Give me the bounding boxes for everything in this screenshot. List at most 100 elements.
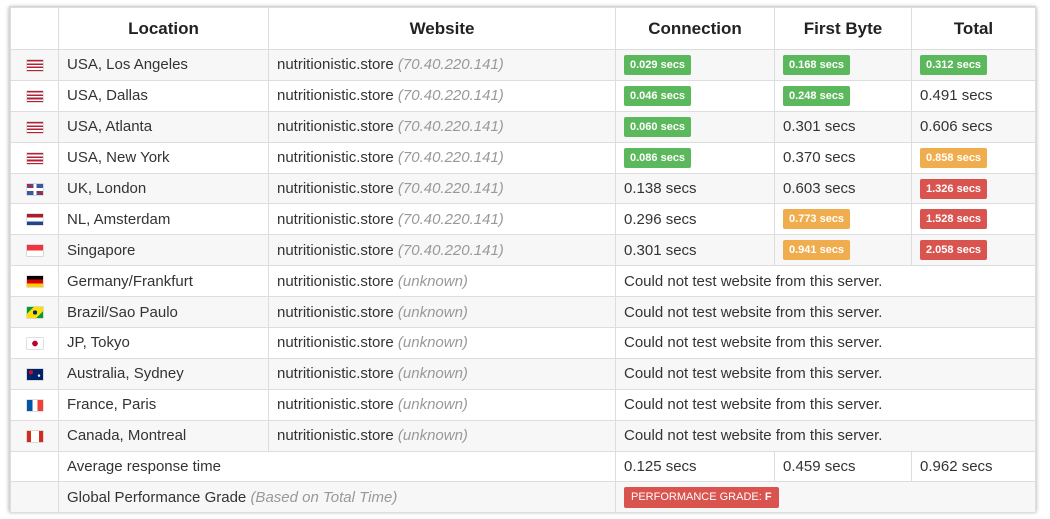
location-cell: France, Paris bbox=[58, 388, 269, 421]
total-cell: 0.312 secs bbox=[911, 49, 1036, 81]
connection-column-header: Connection bbox=[615, 7, 775, 50]
flag-cell bbox=[10, 234, 59, 267]
website-ip: (70.40.220.141) bbox=[397, 87, 504, 105]
website-cell: nutritionistic.store (unknown) bbox=[268, 265, 616, 298]
error-message-cell: Could not test website from this server. bbox=[615, 265, 1036, 298]
first-byte-cell-badge: 0.168 secs bbox=[783, 54, 851, 75]
connection-cell: 0.296 secs bbox=[615, 203, 775, 236]
table-row: Germany/Frankfurt nutritionistic.store (u… bbox=[10, 265, 1036, 298]
uk-flag-icon bbox=[26, 183, 43, 195]
us-flag-icon bbox=[26, 152, 43, 164]
website-cell: nutritionistic.store (70.40.220.141) bbox=[268, 49, 616, 81]
average-total: 0.962 secs bbox=[911, 450, 1036, 483]
flag-cell bbox=[10, 450, 59, 483]
connection-cell-badge: 0.046 secs bbox=[624, 85, 692, 106]
flag-column-header bbox=[10, 7, 59, 50]
website-host: nutritionistic.store bbox=[277, 272, 394, 290]
website-ip: (70.40.220.141) bbox=[397, 118, 504, 136]
location-cell: USA, New York bbox=[58, 141, 269, 174]
total-cell-badge: 0.858 secs bbox=[920, 147, 988, 168]
average-connection: 0.125 secs bbox=[615, 450, 775, 483]
website-cell: nutritionistic.store (unknown) bbox=[268, 419, 616, 452]
total-cell-value: 0.491 secs bbox=[920, 87, 993, 105]
first-byte-cell: 0.168 secs bbox=[774, 49, 912, 81]
connection-cell: 0.301 secs bbox=[615, 234, 775, 267]
flag-cell bbox=[10, 49, 59, 81]
total-cell: 2.058 secs bbox=[911, 234, 1036, 267]
connection-cell: 0.029 secs bbox=[615, 49, 775, 81]
website-ip: (unknown) bbox=[397, 365, 468, 383]
connection-cell-value: 0.138 secs bbox=[624, 180, 697, 197]
website-ip: (unknown) bbox=[397, 303, 468, 321]
ca-flag-icon bbox=[26, 430, 43, 442]
au-flag-icon bbox=[26, 368, 43, 380]
table-row: UK, London nutritionistic.store (70.40.22… bbox=[10, 172, 1036, 205]
website-cell: nutritionistic.store (70.40.220.141) bbox=[268, 110, 616, 143]
grade-label: Global Performance Grade bbox=[67, 488, 247, 506]
connection-cell: 0.060 secs bbox=[615, 110, 775, 143]
total-cell: 1.528 secs bbox=[911, 203, 1036, 236]
connection-cell: 0.046 secs bbox=[615, 79, 775, 112]
location-cell: USA, Atlanta bbox=[58, 110, 269, 143]
first-byte-cell-badge: 0.773 secs bbox=[783, 209, 851, 230]
jp-flag-icon bbox=[26, 337, 43, 349]
website-host: nutritionistic.store bbox=[277, 87, 394, 105]
location-column-header: Location bbox=[58, 7, 269, 50]
flag-cell bbox=[10, 79, 59, 112]
website-host: nutritionistic.store bbox=[277, 241, 394, 259]
average-row: Average response time 0.125 secs 0.459 sec… bbox=[10, 450, 1036, 483]
location-cell: Singapore bbox=[58, 234, 269, 267]
total-cell: 0.491 secs bbox=[911, 79, 1036, 112]
website-ip: (unknown) bbox=[397, 427, 468, 445]
first-byte-cell: 0.370 secs bbox=[774, 141, 912, 174]
flag-cell bbox=[10, 203, 59, 236]
error-message-cell: Could not test website from this server. bbox=[615, 357, 1036, 390]
first-byte-cell: 0.248 secs bbox=[774, 79, 912, 112]
connection-cell: 0.138 secs bbox=[615, 172, 775, 205]
table-row: Brazil/Sao Paulo nutritionistic.store (un… bbox=[10, 296, 1036, 329]
total-cell-badge: 0.312 secs bbox=[920, 54, 988, 75]
first-byte-column-header: First Byte bbox=[774, 7, 912, 50]
table-header-row: Location Website Connection First Byte T… bbox=[10, 7, 1036, 50]
table-row: USA, Dallas nutritionistic.store (70.40.2… bbox=[10, 79, 1036, 112]
total-cell: 1.326 secs bbox=[911, 172, 1036, 205]
connection-cell-badge: 0.060 secs bbox=[624, 116, 692, 137]
performance-grade-badge: PERFORMANCE GRADE: F bbox=[624, 486, 779, 508]
website-ip: (unknown) bbox=[397, 334, 468, 352]
first-byte-cell-badge: 0.941 secs bbox=[783, 240, 851, 261]
first-byte-cell-value: 0.370 secs bbox=[783, 149, 856, 167]
website-column-header: Website bbox=[268, 7, 616, 50]
connection-cell-value: 0.296 secs bbox=[624, 210, 697, 228]
total-cell-value: 0.606 secs bbox=[920, 118, 993, 136]
table-row: Canada, Montreal nutritionistic.store (un… bbox=[10, 419, 1036, 452]
fr-flag-icon bbox=[26, 399, 43, 411]
location-cell: Germany/Frankfurt bbox=[58, 265, 269, 298]
website-ip: (70.40.220.141) bbox=[397, 56, 504, 74]
us-flag-icon bbox=[26, 90, 43, 102]
website-cell: nutritionistic.store (unknown) bbox=[268, 357, 616, 390]
website-cell: nutritionistic.store (70.40.220.141) bbox=[268, 203, 616, 236]
connection-cell-value: 0.301 secs bbox=[624, 241, 697, 259]
table-row: JP, Tokyo nutritionistic.store (unknown) C… bbox=[10, 327, 1036, 359]
first-byte-cell: 0.773 secs bbox=[774, 203, 912, 236]
total-cell: 0.606 secs bbox=[911, 110, 1036, 143]
location-cell: USA, Los Angeles bbox=[58, 49, 269, 81]
website-ip: (unknown) bbox=[397, 396, 468, 414]
table-row: Singapore nutritionistic.store (70.40.220… bbox=[10, 234, 1036, 267]
us-flag-icon bbox=[26, 59, 43, 71]
location-cell: JP, Tokyo bbox=[58, 327, 269, 359]
grade-badge-value: F bbox=[764, 490, 772, 503]
flag-cell bbox=[10, 265, 59, 298]
nl-flag-icon bbox=[26, 214, 43, 226]
grade-label-cell: Global Performance Grade (Based on Total… bbox=[58, 481, 616, 514]
first-byte-cell-badge: 0.248 secs bbox=[783, 85, 851, 106]
first-byte-cell: 0.941 secs bbox=[774, 234, 912, 267]
website-cell: nutritionistic.store (unknown) bbox=[268, 327, 616, 359]
table-row: NL, Amsterdam nutritionistic.store (70.40… bbox=[10, 203, 1036, 236]
table-row: France, Paris nutritionistic.store (unkno… bbox=[10, 388, 1036, 421]
website-host: nutritionistic.store bbox=[277, 180, 394, 197]
location-cell: Australia, Sydney bbox=[58, 357, 269, 390]
first-byte-cell: 0.301 secs bbox=[774, 110, 912, 143]
us-flag-icon bbox=[26, 121, 43, 133]
website-cell: nutritionistic.store (70.40.220.141) bbox=[268, 234, 616, 267]
